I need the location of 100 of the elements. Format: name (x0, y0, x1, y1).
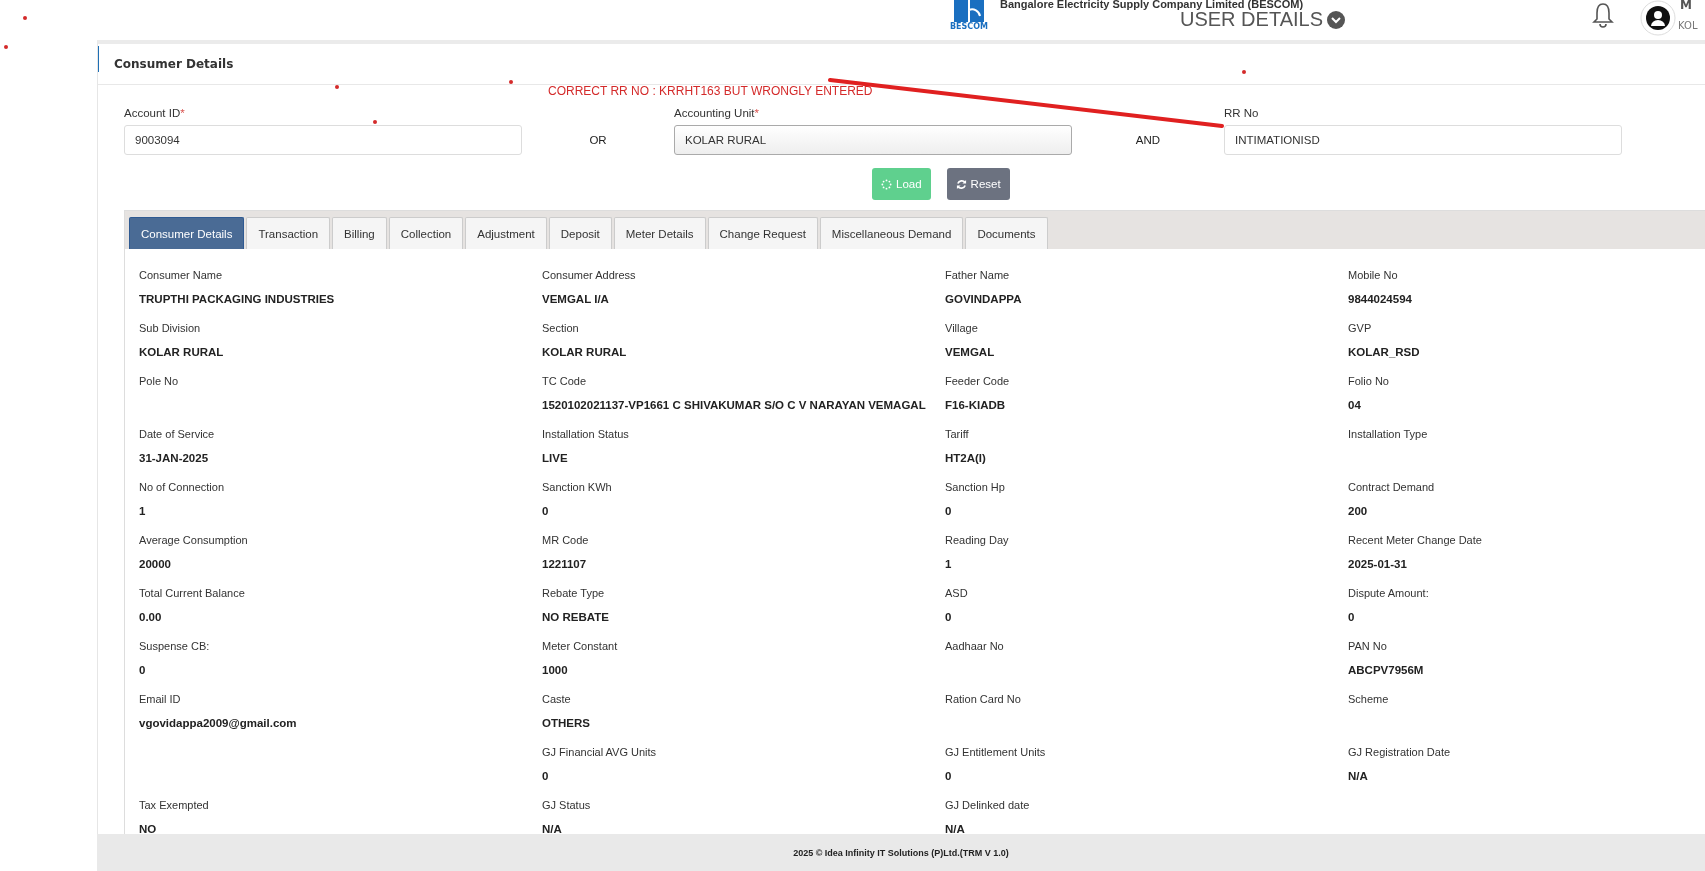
field-value: 0.00 (139, 611, 163, 623)
field-label: GJ Financial AVG Units (542, 746, 658, 760)
chevron-down-icon (1327, 10, 1345, 29)
field-value: 04 (1348, 399, 1362, 411)
tab[interactable]: Deposit (548, 217, 612, 249)
tab[interactable]: Collection (388, 217, 464, 249)
annotation-dot (335, 85, 339, 89)
field-value: N/A (945, 823, 966, 834)
field-label: Date of Service (139, 428, 216, 442)
field-value: 0 (1348, 611, 1356, 623)
field-label: Pole No (139, 375, 180, 389)
field-label: GJ Registration Date (1348, 746, 1452, 760)
field-label: Total Current Balance (139, 587, 246, 601)
field-value: ABCPV7956M (1348, 664, 1425, 676)
field-label: Account ID* (124, 107, 186, 119)
field-value: N/A (542, 823, 563, 834)
field-value: 1 (945, 558, 953, 570)
tab[interactable]: Adjustment (465, 217, 547, 249)
tab[interactable]: Meter Details (613, 217, 706, 249)
tab[interactable]: Consumer Details (129, 217, 245, 249)
field-label: Meter Constant (542, 640, 619, 654)
field-value: 9844024594 (1348, 293, 1413, 305)
annotation-dot (373, 120, 377, 124)
field-label: No of Connection (139, 481, 225, 495)
field-label: Accounting Unit* (674, 107, 761, 119)
refresh-icon (955, 178, 967, 190)
field-value: TRUPTHI PACKAGING INDUSTRIES (139, 293, 336, 305)
accounting-unit-select[interactable]: KOLAR RURAL (674, 125, 1072, 155)
spinner-icon (881, 178, 892, 190)
field-value: 0 (542, 770, 550, 782)
annotation-note: CORRECT RR NO : KRRHT163 BUT WRONGLY ENTERED (548, 84, 873, 98)
field-label: Recent Meter Change Date (1348, 534, 1483, 548)
field-value: 1000 (542, 664, 569, 676)
field-value: 20000 (139, 558, 172, 570)
field-label: GJ Delinked date (945, 799, 1031, 813)
field-value: 200 (1348, 505, 1369, 517)
rr-no-field[interactable]: INTIMATIONISD (1224, 125, 1622, 155)
tab[interactable]: Change Request (707, 217, 818, 249)
field-value: N/A (1348, 770, 1369, 782)
field-value: NO REBATE (542, 611, 610, 623)
field-label: GJ Status (542, 799, 592, 813)
field-value: VEMGAL (945, 346, 996, 358)
annotation-dot (4, 45, 8, 49)
field-value: OTHERS (542, 717, 591, 729)
account-id-field[interactable]: 9003094 (124, 125, 522, 155)
field-value: 0 (945, 770, 953, 782)
field-label: Sanction KWh (542, 481, 613, 495)
field-label: Rebate Type (542, 587, 606, 601)
field-label: GJ Entitlement Units (945, 746, 1047, 760)
field-value: KOLAR RURAL (542, 346, 628, 358)
field-label: Caste (542, 693, 572, 707)
field-value: 31-JAN-2025 (139, 452, 210, 464)
field-label: Sanction Hp (945, 481, 1006, 495)
conjunction-label: AND (1134, 133, 1162, 148)
field-value: F16-KIADB (945, 399, 1007, 411)
field-label: Consumer Name (139, 269, 224, 283)
field-value: 0 (945, 505, 953, 517)
field-value: VEMGAL I/A (542, 293, 610, 305)
annotation-dot (509, 80, 513, 84)
field-label: Suspense CB: (139, 640, 211, 654)
avatar-icon[interactable] (1640, 0, 1676, 36)
field-label: PAN No (1348, 640, 1388, 654)
field-label: Installation Type (1348, 428, 1429, 442)
field-label: Aadhaar No (945, 640, 1005, 654)
field-label: TC Code (542, 375, 588, 389)
user-unit: KOL (1678, 20, 1698, 31)
conjunction-label: OR (588, 133, 608, 148)
field-label: Email ID (139, 693, 182, 707)
tab[interactable]: Documents (965, 217, 1048, 249)
field-value: 1221107 (542, 558, 588, 570)
bell-icon[interactable] (1592, 2, 1614, 28)
field-value: NO (139, 823, 158, 834)
field-value: LIVE (542, 452, 569, 464)
field-value: 1520102021137-VP1661 C SHIVAKUMAR S/O C V NARAYAN VEMAGAL (542, 399, 927, 411)
field-label: RR No (1224, 107, 1260, 119)
field-value: HT2A(I) (945, 452, 987, 464)
field-value: 1 (139, 505, 147, 517)
tab[interactable]: Transaction (246, 217, 331, 249)
user-name: M (1680, 0, 1692, 12)
field-label: Tax Exempted (139, 799, 210, 813)
field-value: KOLAR_RSD (1348, 346, 1421, 358)
field-label: MR Code (542, 534, 590, 548)
field-label: Scheme (1348, 693, 1390, 707)
field-label: Installation Status (542, 428, 630, 442)
tab[interactable]: Billing (332, 217, 387, 249)
field-label: Tariff (945, 428, 970, 442)
reset-button[interactable]: Reset (946, 168, 1010, 200)
field-label: GVP (1348, 322, 1373, 336)
company-name: Bangalore Electricity Supply Company Limited (BESCOM) (1000, 0, 1304, 10)
field-label: Folio No (1348, 375, 1390, 389)
annotation-dot (1242, 70, 1246, 74)
field-label: Sub Division (139, 322, 202, 336)
field-value: KOLAR RURAL (139, 346, 225, 358)
field-label: ASD (945, 587, 969, 601)
field-value: 0 (542, 505, 550, 517)
tab[interactable]: Miscellaneous Demand (819, 217, 964, 249)
field-label: Dispute Amount: (1348, 587, 1430, 601)
field-label: Reading Day (945, 534, 1010, 548)
field-label: Feeder Code (945, 375, 1011, 389)
panel-title: Consumer Details (114, 57, 234, 71)
